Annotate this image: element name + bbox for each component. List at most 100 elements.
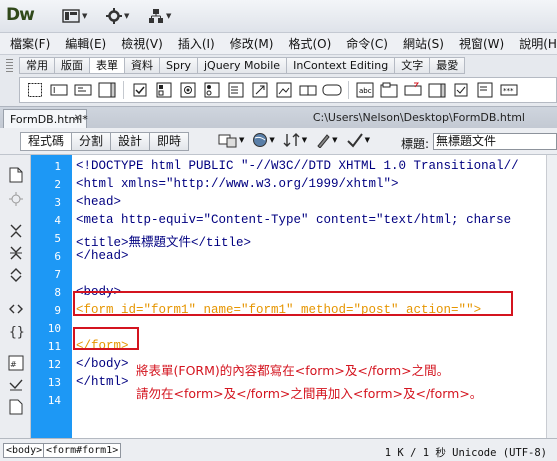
title-bar: Dw ▼ ▼ ▼	[0, 0, 557, 33]
radio-group-icon[interactable]	[201, 80, 223, 100]
gear-icon[interactable]: ▼	[106, 7, 129, 25]
split-view-button[interactable]: 分割	[72, 132, 112, 151]
collapse-full-tag-icon[interactable]	[8, 223, 24, 239]
highlight-invalid-code-icon[interactable]	[8, 377, 24, 393]
svg-text:{}: {}	[9, 325, 24, 339]
insert-tab-common[interactable]: 常用	[19, 57, 55, 74]
show-code-navigator-icon[interactable]	[8, 191, 24, 207]
annotation-text-1: 將表單(FORM)的內容都寫在<form>及</form>之間。	[136, 363, 450, 378]
code-line[interactable]: <html xmlns="http://www.w3.org/1999/xhtm…	[76, 177, 399, 191]
code-line[interactable]: <head>	[76, 195, 121, 209]
code-line[interactable]: <meta http-equiv="Content-Type" content=…	[76, 213, 511, 227]
site-tree-icon[interactable]: ▼	[148, 7, 171, 25]
line-number: 11	[47, 340, 61, 353]
code-view-button[interactable]: 程式碼	[20, 132, 73, 151]
file-management-icon[interactable]: ▼	[283, 132, 307, 148]
tag-selector-body[interactable]: <body>	[3, 443, 46, 458]
insert-tab-jquery-mobile[interactable]: jQuery Mobile	[198, 57, 288, 74]
menu-help[interactable]: 說明(H)	[519, 35, 557, 52]
insert-tab-favorites[interactable]: 最愛	[430, 57, 466, 74]
insert-tab-incontext[interactable]: InContext Editing	[287, 57, 396, 74]
text-field-icon[interactable]: I	[48, 80, 70, 100]
tag-selector-form[interactable]: <form#form1>	[43, 443, 122, 458]
insert-tab-spry[interactable]: Spry	[160, 57, 198, 74]
line-number: 12	[47, 358, 61, 371]
line-number: 5	[54, 232, 61, 245]
line-number: 6	[54, 250, 61, 263]
jump-menu-icon[interactable]	[249, 80, 271, 100]
checkbox-group-icon[interactable]	[153, 80, 175, 100]
syntax-error-icon[interactable]	[8, 399, 24, 415]
panel-grip-icon[interactable]	[6, 59, 13, 72]
select-parent-tag-icon[interactable]	[8, 301, 24, 317]
title-label: 標題:	[401, 137, 430, 151]
collapse-selection-icon[interactable]	[8, 245, 24, 261]
select-list-icon[interactable]	[225, 80, 247, 100]
open-documents-icon[interactable]	[8, 167, 24, 183]
insert-tab-layout[interactable]: 版面	[55, 57, 90, 74]
document-toolbar-icons: ▼ ▼ ▼ ▼ ▼	[218, 132, 370, 148]
insert-panel: 常用 版面 表單 資料 Spry jQuery Mobile InContext…	[0, 55, 557, 106]
layout-switcher-icon[interactable]: ▼	[62, 7, 87, 25]
radio-button-icon[interactable]	[177, 80, 199, 100]
form-open-highlight-box	[73, 291, 513, 316]
design-view-button[interactable]: 設計	[111, 132, 151, 151]
document-toolbar: 程式碼 分割 設計 即時 ▼ ▼ ▼ ▼ ▼ 標題: 無標題文件	[0, 128, 557, 155]
image-field-icon[interactable]	[273, 80, 295, 100]
line-number: 10	[47, 322, 61, 335]
document-path: C:\Users\Nelson\Desktop\FormDB.html	[312, 111, 525, 124]
menu-bar: 檔案(F) 編輯(E) 檢視(V) 插入(I) 修改(M) 格式(O) 命令(C…	[0, 33, 557, 55]
spry-validation-password-icon[interactable]: ***	[498, 80, 520, 100]
insert-tab-forms[interactable]: 表單	[90, 57, 125, 74]
menu-edit[interactable]: 編輯(E)	[65, 35, 106, 52]
file-field-icon[interactable]	[297, 80, 319, 100]
code-line[interactable]: </html>	[76, 375, 129, 389]
balance-braces-icon[interactable]: {}	[8, 323, 24, 339]
live-view-button[interactable]: 即時	[150, 132, 190, 151]
code-editor[interactable]: <!DOCTYPE html PUBLIC "-//W3C//DTD XHTML…	[72, 155, 546, 438]
vertical-scrollbar[interactable]	[546, 155, 557, 438]
label-icon[interactable]: abc	[354, 80, 376, 100]
document-title-input[interactable]: 無標題文件	[433, 133, 557, 150]
menu-view[interactable]: 檢視(V)	[121, 35, 163, 52]
code-line[interactable]: <!DOCTYPE html PUBLIC "-//W3C//DTD XHTML…	[76, 159, 519, 173]
preview-browser-icon[interactable]: ▼	[252, 132, 275, 148]
close-icon[interactable]: ✕	[74, 113, 82, 124]
code-line[interactable]: <title>無標題文件</title>	[76, 231, 251, 250]
menu-window[interactable]: 視窗(W)	[459, 35, 504, 52]
menu-insert[interactable]: 插入(I)	[178, 35, 215, 52]
code-line[interactable]: </body>	[76, 357, 129, 371]
coding-toolbar: {} #	[0, 155, 31, 438]
form-icon[interactable]	[24, 80, 46, 100]
spry-validation-checkbox-icon[interactable]	[450, 80, 472, 100]
expand-all-icon[interactable]	[8, 267, 24, 283]
spry-validation-text-icon[interactable]	[402, 80, 424, 100]
insert-tab-data[interactable]: 資料	[125, 57, 160, 74]
fieldset-icon[interactable]	[378, 80, 400, 100]
menu-file[interactable]: 檔案(F)	[10, 35, 50, 52]
svg-text:abc: abc	[359, 87, 372, 95]
multiscreen-icon[interactable]: ▼	[218, 132, 244, 148]
button-icon[interactable]	[321, 80, 343, 100]
document-tab[interactable]: FormDB.html* ✕	[3, 109, 88, 129]
visual-aids-icon[interactable]: ▼	[315, 132, 338, 148]
line-number: 9	[54, 304, 61, 317]
status-info: 1 K / 1 秒 Unicode (UTF-8)	[384, 447, 547, 459]
insert-tab-text[interactable]: 文字	[395, 57, 431, 74]
checkbox-icon[interactable]	[129, 80, 151, 100]
form-close-highlight-box	[73, 327, 139, 350]
code-line[interactable]: </head>	[76, 249, 129, 263]
line-numbers-icon[interactable]: #	[8, 355, 24, 371]
dreamweaver-logo: Dw	[6, 5, 35, 25]
menu-modify[interactable]: 修改(M)	[230, 35, 274, 52]
check-page-icon[interactable]: ▼	[346, 132, 370, 148]
menu-commands[interactable]: 命令(C)	[346, 35, 388, 52]
menu-site[interactable]: 網站(S)	[403, 35, 444, 52]
line-number: 1	[54, 160, 61, 173]
menu-format[interactable]: 格式(O)	[288, 35, 331, 52]
textarea-icon[interactable]	[96, 80, 118, 100]
spry-validation-select-icon[interactable]	[474, 80, 496, 100]
spry-validation-textarea-icon[interactable]	[426, 80, 448, 100]
status-bar: <body> <form#form1> 1 K / 1 秒 Unicode (U…	[0, 438, 557, 461]
hidden-field-icon[interactable]	[72, 80, 94, 100]
